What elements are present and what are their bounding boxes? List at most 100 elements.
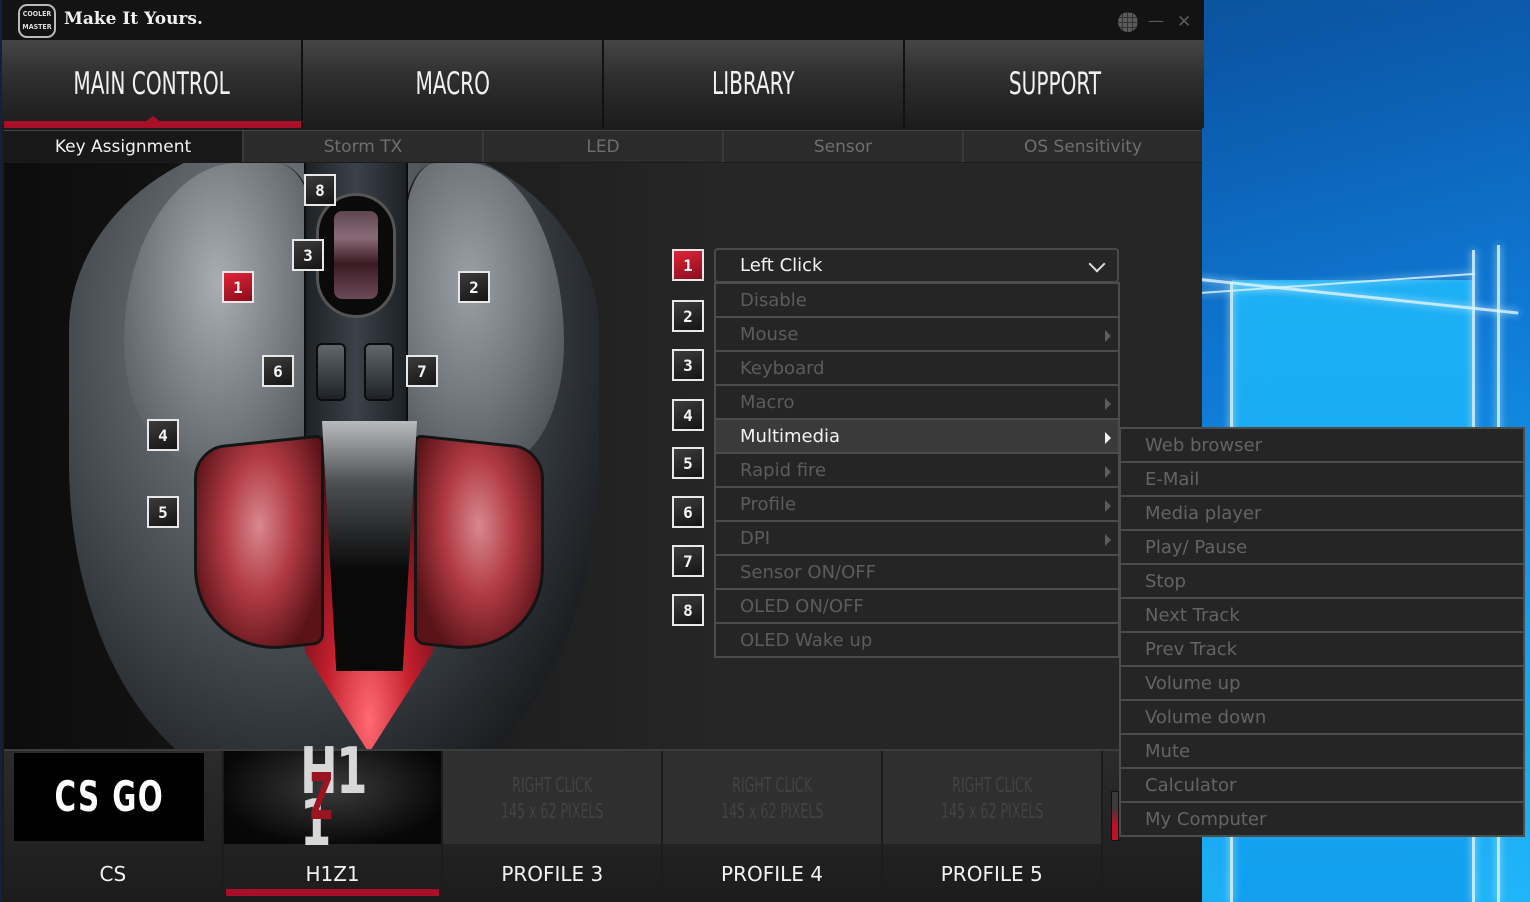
- submenu-item-email[interactable]: E-Mail: [1119, 461, 1525, 497]
- submenu-item-next-track[interactable]: Next Track: [1119, 597, 1525, 633]
- placeholder-text: 145 x 62 PIXELS: [940, 798, 1043, 823]
- menu-item-label: OLED ON/OFF: [740, 595, 864, 617]
- menu-item-profile[interactable]: Profile: [714, 486, 1120, 522]
- menu-item-label: Multimedia: [740, 425, 841, 447]
- chevron-down-icon: [1088, 255, 1106, 273]
- tab-macro[interactable]: MACRO: [303, 40, 602, 128]
- mouse-button-5-marker[interactable]: 5: [147, 496, 179, 528]
- logo-text: COOLER: [22, 10, 52, 18]
- mouse-button-8-marker[interactable]: 8: [304, 174, 336, 206]
- submenu-item-prev-track[interactable]: Prev Track: [1119, 631, 1525, 667]
- minimize-button[interactable]: —: [1148, 11, 1164, 31]
- main-tab-bar: MAIN CONTROL MACRO LIBRARY SUPPORT: [2, 40, 1204, 128]
- dropdown-value: Left Click: [740, 255, 823, 276]
- menu-item-disable[interactable]: Disable: [714, 282, 1120, 318]
- tab-main-control[interactable]: MAIN CONTROL: [2, 40, 301, 128]
- profile-name: PROFILE 3: [501, 862, 604, 886]
- mouse-scroll-wheel: [334, 211, 378, 299]
- subtab-key-assignment[interactable]: Key Assignment: [4, 131, 242, 162]
- profile-thumbnail-csgo: CS GO: [14, 753, 204, 841]
- menu-item-label: OLED Wake up: [740, 629, 873, 651]
- sub-tab-bar: Key Assignment Storm TX LED Sensor OS Se…: [4, 130, 1202, 162]
- menu-item-macro[interactable]: Macro: [714, 384, 1120, 420]
- tab-label: MAIN CONTROL: [73, 66, 230, 102]
- menu-item-label: Keyboard: [740, 357, 825, 379]
- subtab-led[interactable]: LED: [484, 131, 722, 162]
- button-select-6[interactable]: 6: [672, 496, 704, 528]
- profile-name: CS: [99, 862, 127, 886]
- mouse-top-button: [364, 343, 394, 401]
- placeholder-text: RIGHT CLICK: [512, 772, 593, 797]
- close-button[interactable]: ✕: [1177, 12, 1191, 32]
- mouse-palm-center: [322, 421, 417, 671]
- mouse-button-7-marker[interactable]: 7: [406, 355, 438, 387]
- cooler-master-logo: COOLER MASTER: [18, 4, 56, 38]
- profile-5[interactable]: RIGHT CLICK 145 x 62 PIXELS PROFILE 5: [882, 751, 1101, 902]
- submenu-item-my-computer[interactable]: My Computer: [1119, 801, 1525, 837]
- button-select-8[interactable]: 8: [672, 594, 704, 626]
- menu-item-mouse[interactable]: Mouse: [714, 316, 1120, 352]
- submenu-item-web-browser[interactable]: Web browser: [1119, 427, 1525, 463]
- mouse-button-4-marker[interactable]: 4: [147, 419, 179, 451]
- mouse-top-button: [316, 343, 346, 401]
- profile-thumbnail-h1z1: H1 Z 1: [223, 740, 442, 856]
- tab-label: SUPPORT: [1008, 66, 1101, 102]
- profile-name: PROFILE 5: [940, 862, 1043, 886]
- profile-thumbnail-placeholder: RIGHT CLICK 145 x 62 PIXELS: [663, 751, 881, 844]
- subtab-sensor[interactable]: Sensor: [724, 131, 962, 162]
- submenu-arrow-icon: [1105, 500, 1111, 512]
- profile-4[interactable]: RIGHT CLICK 145 x 62 PIXELS PROFILE 4: [663, 751, 881, 902]
- menu-item-dpi[interactable]: DPI: [714, 520, 1120, 556]
- assignment-menu: Disable Mouse Keyboard Macro Multimedia …: [714, 282, 1120, 658]
- subtab-storm-tx[interactable]: Storm TX: [244, 131, 482, 162]
- profile-bar: CS GO CS H1 Z 1 H1Z1 RIGHT CLICK 145 x 62 …: [4, 740, 1203, 902]
- csgo-logo: CS GO: [54, 772, 164, 821]
- submenu-item-media-player[interactable]: Media player: [1119, 495, 1525, 531]
- menu-item-label: Mouse: [740, 323, 799, 345]
- menu-item-keyboard[interactable]: Keyboard: [714, 350, 1120, 386]
- subtab-os-sensitivity[interactable]: OS Sensitivity: [964, 131, 1202, 162]
- key-assignment-panel: 1 2 3 4 5 6 7 8 1 2 3 4 5 6 7 8 Left Cli…: [4, 163, 1202, 749]
- submenu-arrow-icon: [1105, 330, 1111, 342]
- button-select-4[interactable]: 4: [672, 399, 704, 431]
- mouse-button-6-marker[interactable]: 6: [262, 355, 294, 387]
- submenu-item-stop[interactable]: Stop: [1119, 563, 1525, 599]
- mouse-button-3-marker[interactable]: 3: [292, 239, 324, 271]
- submenu-item-play-pause[interactable]: Play/ Pause: [1119, 529, 1525, 565]
- menu-item-sensor-onoff[interactable]: Sensor ON/OFF: [714, 554, 1120, 590]
- button-select-1[interactable]: 1: [672, 249, 704, 281]
- profile-3[interactable]: RIGHT CLICK 145 x 62 PIXELS PROFILE 3: [443, 751, 662, 902]
- placeholder-text: RIGHT CLICK: [951, 772, 1032, 797]
- submenu-arrow-icon: [1105, 466, 1111, 478]
- title-bar: COOLER MASTER Make It Yours. — ✕: [2, 0, 1204, 40]
- submenu-item-calculator[interactable]: Calculator: [1119, 767, 1525, 803]
- submenu-arrow-icon: [1105, 534, 1111, 546]
- mouse-button-1-marker[interactable]: 1: [222, 271, 254, 303]
- profile-cs[interactable]: CS GO CS: [4, 751, 222, 902]
- menu-item-oled-onoff[interactable]: OLED ON/OFF: [714, 588, 1120, 624]
- button-select-5[interactable]: 5: [672, 447, 704, 479]
- button-select-7[interactable]: 7: [672, 545, 704, 577]
- menu-item-oled-wake-up[interactable]: OLED Wake up: [714, 622, 1120, 658]
- profile-h1z1[interactable]: H1 Z 1 H1Z1: [223, 740, 442, 902]
- button-select-3[interactable]: 3: [672, 349, 704, 381]
- submenu-arrow-icon: [1105, 398, 1111, 410]
- submenu-item-mute[interactable]: Mute: [1119, 733, 1525, 769]
- submenu-arrow-icon: [1105, 432, 1111, 444]
- menu-item-multimedia[interactable]: Multimedia: [714, 418, 1120, 454]
- tab-label: MACRO: [415, 66, 490, 102]
- tab-support[interactable]: SUPPORT: [905, 40, 1204, 128]
- tab-library[interactable]: LIBRARY: [604, 40, 903, 128]
- menu-item-rapid-fire[interactable]: Rapid fire: [714, 452, 1120, 488]
- globe-icon[interactable]: [1118, 12, 1138, 32]
- mouse-button-2-marker[interactable]: 2: [458, 271, 490, 303]
- submenu-item-volume-up[interactable]: Volume up: [1119, 665, 1525, 701]
- button-select-2[interactable]: 2: [672, 300, 704, 332]
- assignment-dropdown[interactable]: Left Click: [714, 248, 1119, 283]
- logo-text: MASTER: [22, 23, 52, 31]
- profile-thumbnail-placeholder: RIGHT CLICK 145 x 62 PIXELS: [443, 751, 662, 844]
- submenu-item-volume-down[interactable]: Volume down: [1119, 699, 1525, 735]
- menu-item-label: Macro: [740, 391, 795, 413]
- profile-name: PROFILE 4: [721, 862, 823, 886]
- menu-item-label: DPI: [740, 527, 771, 549]
